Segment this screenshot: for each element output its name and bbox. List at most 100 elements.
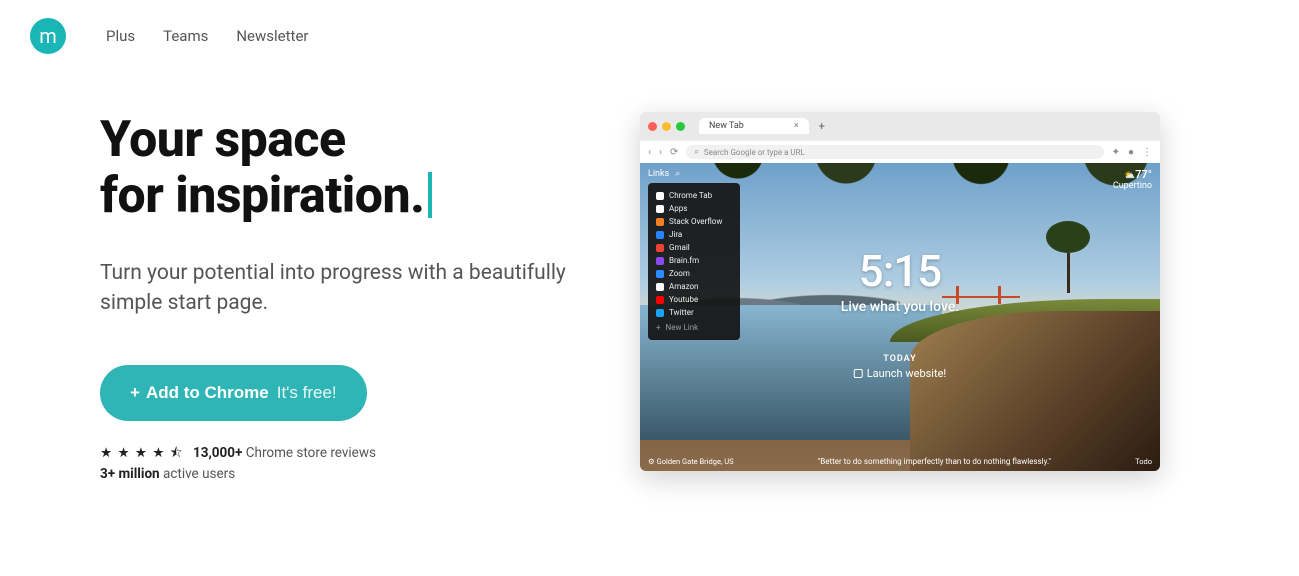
today-label: TODAY	[854, 354, 947, 364]
browser-mock: New Tab × + ‹ › ⟳ ⌕ Search Google or type …	[640, 112, 1160, 471]
stackoverflow-icon	[656, 218, 664, 226]
new-tab-button[interactable]: +	[819, 120, 825, 133]
plus-icon: +	[656, 323, 661, 332]
weather-icon: ⛅	[1124, 171, 1135, 181]
hero-title: Your space for inspiration.	[100, 112, 580, 224]
address-placeholder: Search Google or type a URL	[704, 148, 805, 157]
link-item[interactable]: Amazon	[656, 280, 732, 293]
today-task-text: Launch website!	[867, 367, 947, 380]
nav-plus[interactable]: Plus	[106, 27, 135, 45]
today-task[interactable]: Launch website!	[854, 367, 947, 380]
nav-newsletter[interactable]: Newsletter	[236, 27, 308, 45]
checkbox-icon[interactable]	[854, 369, 863, 378]
link-item[interactable]: Apps	[656, 202, 732, 215]
link-item[interactable]: Jira	[656, 228, 732, 241]
forward-icon[interactable]: ›	[659, 147, 662, 158]
link-label: Amazon	[669, 282, 698, 291]
star-rating-icon: ★ ★ ★ ★ ⯪	[100, 445, 184, 461]
links-dropdown: Chrome Tab Apps Stack Overflow Jira Gmai…	[648, 183, 740, 340]
browser-tab[interactable]: New Tab ×	[699, 118, 809, 134]
browser-tabbar: New Tab × +	[640, 112, 1160, 140]
link-item[interactable]: Stack Overflow	[656, 215, 732, 228]
link-label: Stack Overflow	[669, 217, 722, 226]
zoom-icon	[656, 270, 664, 278]
weather-temp: 77°	[1135, 168, 1152, 181]
maximize-dot-icon	[676, 122, 685, 131]
address-bar[interactable]: ⌕ Search Google or type a URL	[686, 145, 1103, 159]
link-item[interactable]: Youtube	[656, 293, 732, 306]
link-label: Zoom	[669, 269, 690, 278]
apps-icon	[656, 205, 664, 213]
add-to-chrome-button[interactable]: + Add to Chrome It's free!	[100, 365, 367, 421]
link-label: Youtube	[669, 295, 698, 304]
clock-widget: 5:15 Live what you love.	[841, 245, 959, 315]
hero-title-line2: for inspiration.	[100, 167, 424, 225]
youtube-icon	[656, 296, 664, 304]
clock-time: 5:15	[841, 245, 959, 297]
link-item[interactable]: Brain.fm	[656, 254, 732, 267]
cta-free-label: It's free!	[277, 383, 337, 403]
link-item[interactable]: Chrome Tab	[656, 189, 732, 202]
cliff-bg	[910, 311, 1160, 471]
link-label: Jira	[669, 230, 682, 239]
users-count: 3+ million	[100, 466, 160, 482]
cta-label: Add to Chrome	[146, 383, 269, 403]
new-link-button[interactable]: + New Link	[656, 321, 732, 334]
link-label: Chrome Tab	[669, 191, 712, 200]
minimize-dot-icon	[662, 122, 671, 131]
todo-button[interactable]: Todo	[1135, 457, 1152, 466]
chrome-icon	[656, 192, 664, 200]
new-link-label: New Link	[666, 323, 699, 332]
link-label: Apps	[669, 204, 687, 213]
twitter-icon	[656, 309, 664, 317]
jira-icon	[656, 231, 664, 239]
photo-credit[interactable]: ⚙ Golden Gate Bridge, US	[648, 457, 734, 466]
search-icon: ⌕	[694, 147, 698, 157]
today-widget: TODAY Launch website!	[854, 354, 947, 380]
nav-teams[interactable]: Teams	[163, 27, 208, 45]
profile-icon[interactable]: ●	[1128, 147, 1134, 158]
hero: Your space for inspiration. Turn your po…	[0, 72, 1299, 526]
weather-location: Cupertino	[1113, 181, 1152, 191]
mantra-text: Live what you love.	[841, 299, 959, 315]
settings-icon[interactable]: ⚙	[648, 457, 655, 466]
main-nav: Plus Teams Newsletter	[106, 27, 308, 45]
close-dot-icon	[648, 122, 657, 131]
scene-bottombar: ⚙ Golden Gate Bridge, US "Better to do s…	[648, 457, 1152, 466]
gmail-icon	[656, 244, 664, 252]
product-screenshot: New Tab × + ‹ › ⟳ ⌕ Search Google or type …	[640, 112, 1199, 486]
tab-close-icon[interactable]: ×	[794, 121, 799, 131]
extension-icon[interactable]: ✦	[1112, 147, 1120, 158]
hero-subtitle: Turn your potential into progress with a…	[100, 258, 580, 319]
plus-icon: +	[130, 383, 140, 403]
links-widget[interactable]: Links ⌕	[648, 169, 680, 179]
menu-icon[interactable]: ⋮	[1142, 147, 1152, 158]
typing-cursor	[428, 172, 432, 218]
browser-toolbar: ‹ › ⟳ ⌕ Search Google or type a URL ✦ ● ⋮	[640, 140, 1160, 163]
quote-text: "Better to do something imperfectly than…	[734, 457, 1135, 466]
amazon-icon	[656, 283, 664, 291]
tab-title: New Tab	[709, 121, 744, 131]
brainfm-icon	[656, 257, 664, 265]
link-label: Twitter	[669, 308, 694, 317]
link-item[interactable]: Twitter	[656, 306, 732, 319]
traffic-lights	[648, 122, 685, 131]
weather-widget[interactable]: ⛅77° Cupertino	[1113, 169, 1152, 192]
search-icon[interactable]: ⌕	[675, 169, 680, 179]
link-label: Gmail	[669, 243, 690, 252]
reviews-label: Chrome store reviews	[246, 445, 376, 461]
hero-content: Your space for inspiration. Turn your po…	[100, 112, 580, 486]
reload-icon[interactable]: ⟳	[670, 147, 678, 158]
logo[interactable]: m	[30, 18, 66, 54]
link-label: Brain.fm	[669, 256, 699, 265]
back-icon[interactable]: ‹	[648, 147, 651, 158]
link-item[interactable]: Gmail	[656, 241, 732, 254]
new-tab-scene: Links ⌕ ⛅77° Cupertino Chrome Tab Apps S…	[640, 163, 1160, 471]
link-item[interactable]: Zoom	[656, 267, 732, 280]
header: m Plus Teams Newsletter	[0, 0, 1299, 72]
hero-meta: ★ ★ ★ ★ ⯪ 13,000+ Chrome store reviews 3…	[100, 443, 580, 486]
links-label: Links	[648, 169, 669, 179]
tree-icon	[1046, 221, 1090, 293]
logo-letter: m	[39, 24, 57, 48]
hero-title-line1: Your space	[100, 111, 346, 169]
